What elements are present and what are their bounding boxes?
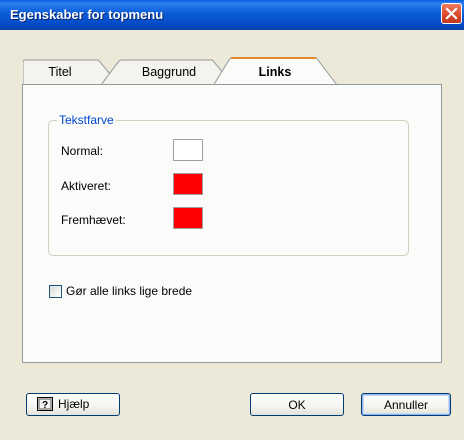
help-book-icon: ?	[37, 397, 53, 411]
highlighted-color-swatch[interactable]	[173, 207, 203, 229]
tab-links[interactable]: Links	[213, 56, 339, 86]
tab-links-label: Links	[258, 65, 292, 79]
ok-button-label: OK	[288, 398, 306, 412]
dialog-window: Egenskaber for topmenu Titel Baggrund Li…	[0, 0, 464, 440]
equal-width-checkbox[interactable]	[49, 285, 62, 298]
help-button-label: Hjælp	[58, 397, 90, 411]
window-title: Egenskaber for topmenu	[10, 7, 164, 22]
title-bar[interactable]: Egenskaber for topmenu	[0, 0, 464, 30]
tab-titel-label: Titel	[48, 65, 72, 79]
group-legend: Tekstfarve	[57, 113, 116, 127]
ok-button[interactable]: OK	[250, 393, 344, 416]
highlighted-label: Fremhævet:	[61, 213, 126, 227]
text-color-group: Tekstfarve Normal: Aktiveret: Fremhævet:	[48, 113, 409, 256]
tab-panel-links: Tekstfarve Normal: Aktiveret: Fremhævet:…	[22, 84, 442, 363]
help-button[interactable]: ? Hjælp	[26, 393, 120, 416]
close-button[interactable]	[441, 3, 462, 24]
cancel-button[interactable]: Annuller	[361, 393, 451, 416]
normal-label: Normal:	[61, 144, 104, 158]
activated-color-swatch[interactable]	[173, 173, 203, 195]
equal-width-checkbox-label: Gør alle links lige brede	[66, 284, 193, 298]
normal-color-swatch[interactable]	[173, 139, 203, 161]
cancel-button-label: Annuller	[383, 398, 429, 412]
tab-strip: Titel Baggrund Links	[23, 56, 353, 86]
activated-label: Aktiveret:	[61, 179, 112, 193]
close-icon	[445, 7, 458, 20]
svg-text:?: ?	[42, 400, 48, 411]
tab-baggrund-label: Baggrund	[141, 65, 197, 79]
